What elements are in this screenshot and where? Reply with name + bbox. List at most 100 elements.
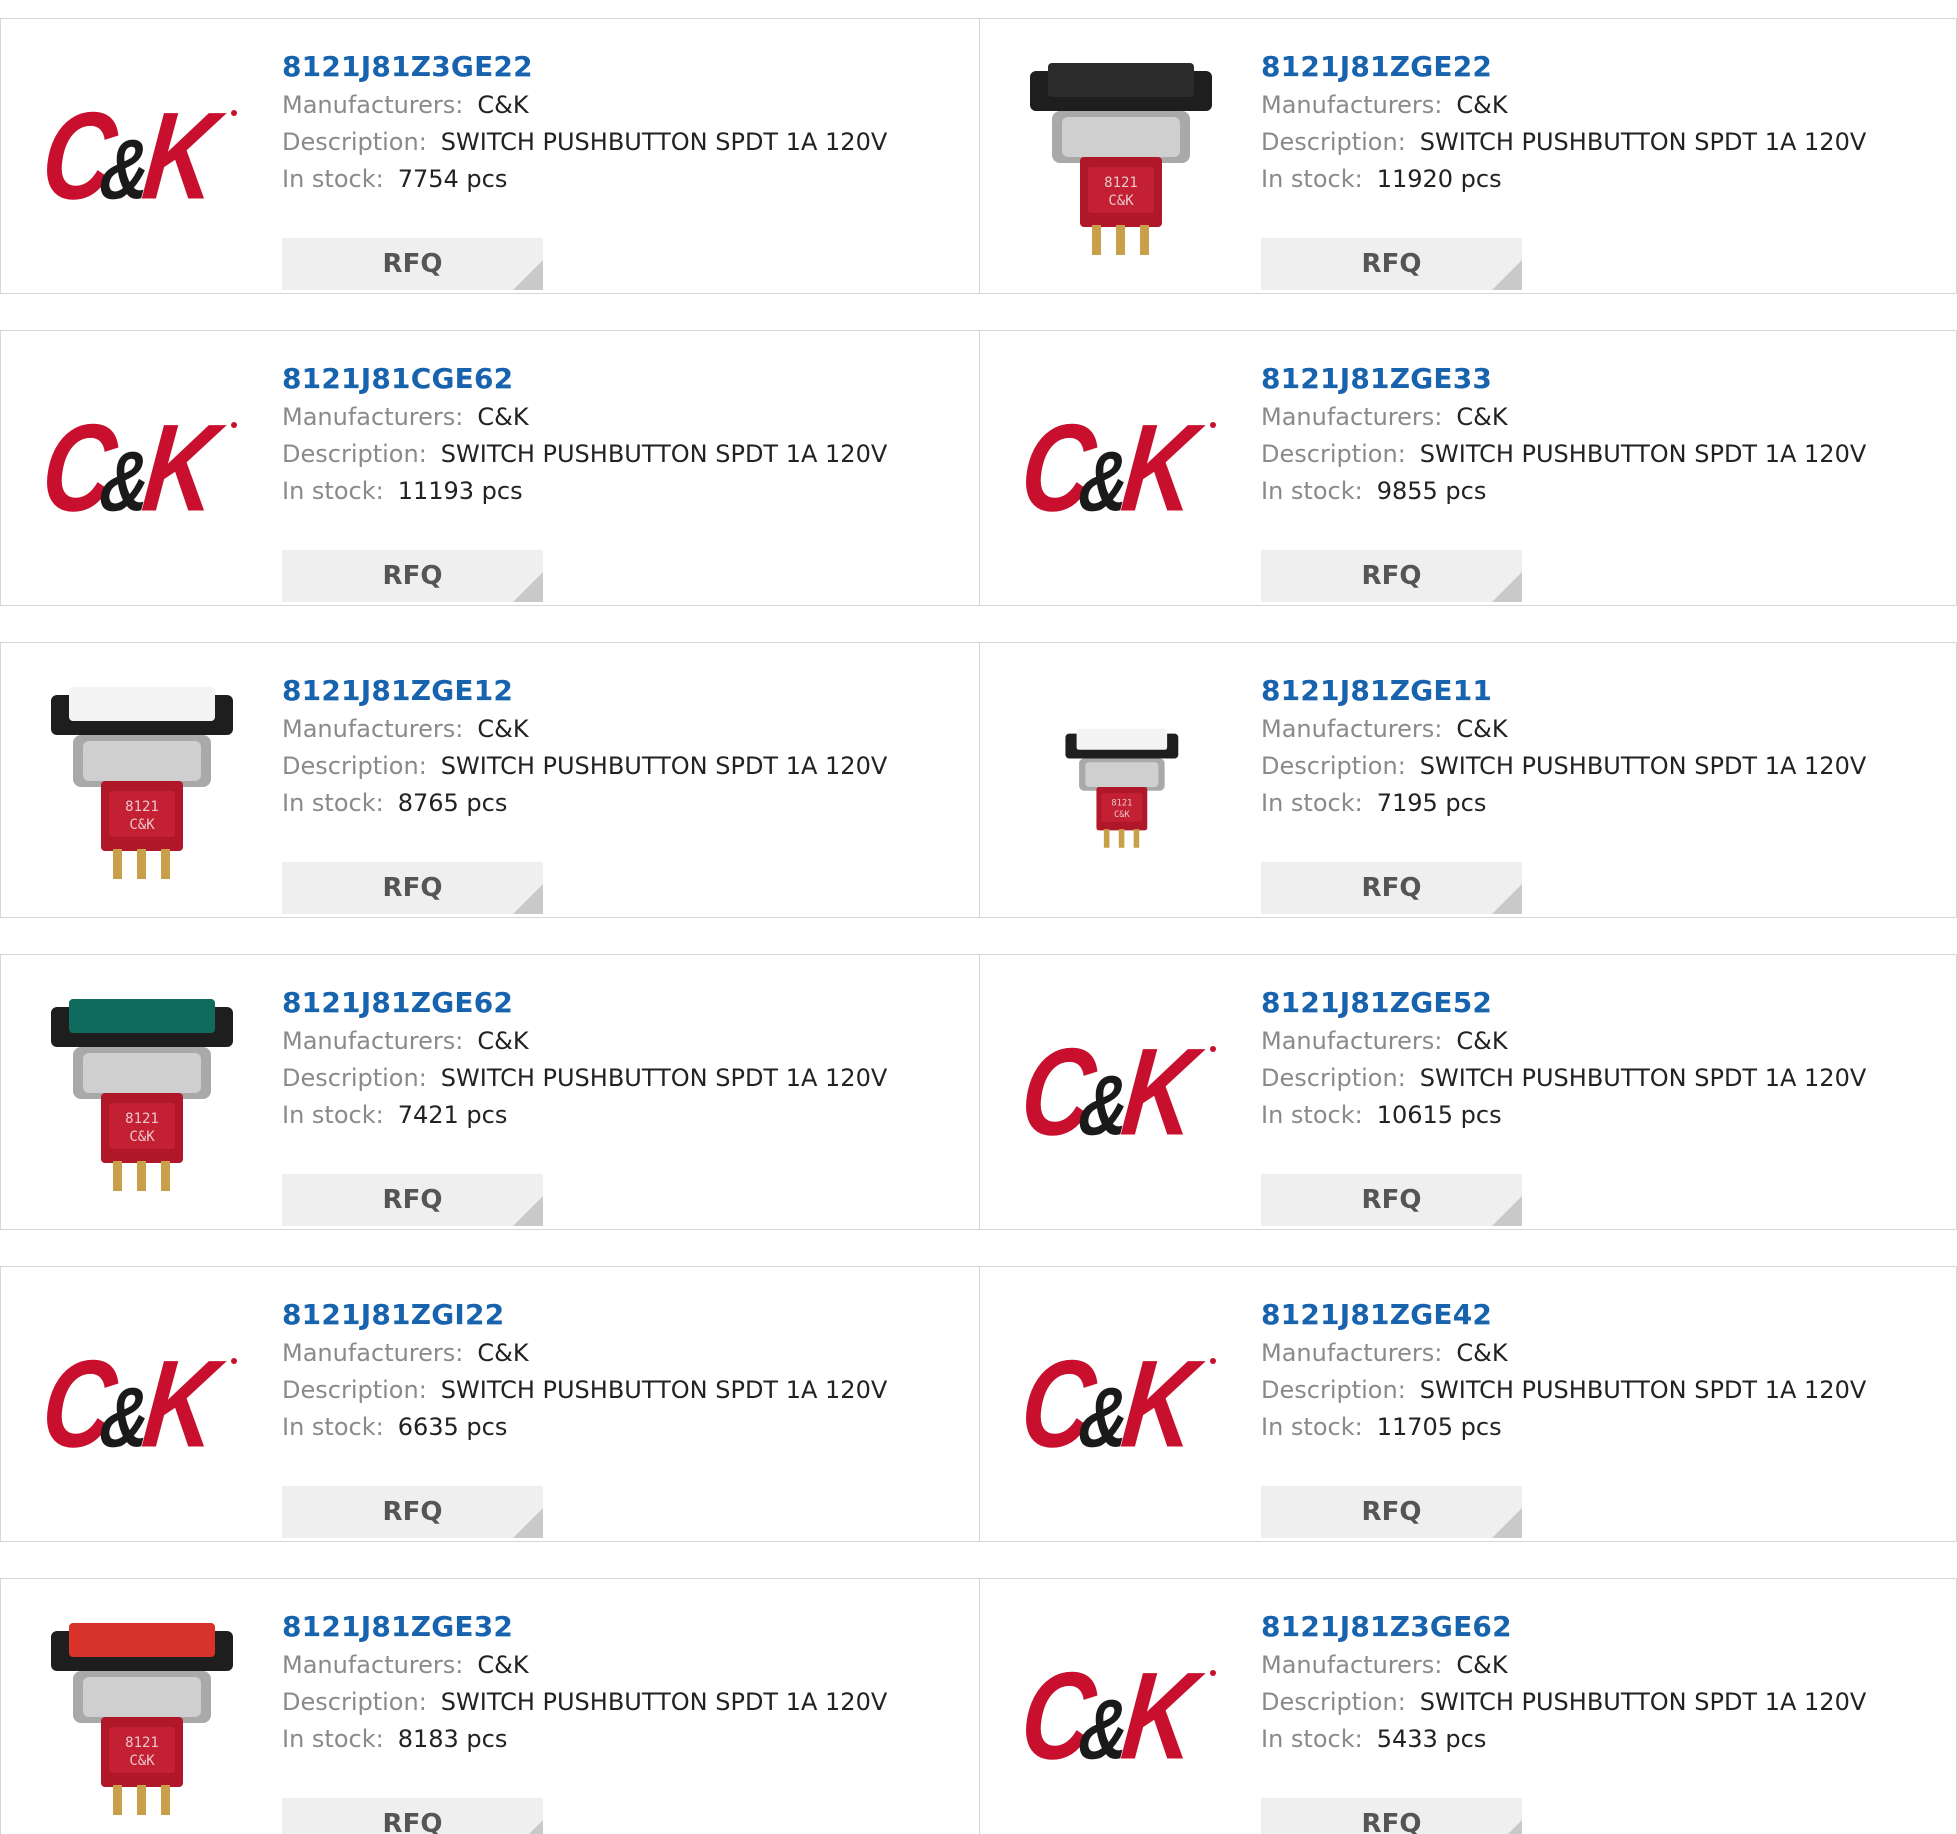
manufacturer-value: C&K [477,403,529,431]
part-number-link[interactable]: 8121J81ZGI22 [282,1295,959,1335]
description-label: Description: [282,752,427,780]
product-info: 8121J81ZGE32 Manufacturers: C&K Description… [282,1607,959,1758]
part-number-link[interactable]: 8121J81ZGE42 [1261,1295,1936,1335]
corner-triangle-icon [1492,260,1522,290]
description-label: Description: [1261,752,1406,780]
manufacturer-line: Manufacturers: C&K [1261,1023,1936,1060]
rfq-button[interactable]: RFQ [1261,1798,1522,1834]
product-photo[interactable]: 8121 C&K [39,681,245,887]
manufacturer-label: Manufacturers: [282,1339,464,1367]
manufacturer-value: C&K [1456,1339,1508,1367]
manufacturer-line: Manufacturers: C&K [1261,87,1936,124]
stock-label: In stock: [1261,1101,1363,1129]
ck-logo[interactable]: C & K [1018,1305,1224,1511]
part-number-link[interactable]: 8121J81ZGE52 [1261,983,1936,1023]
product-row: C & K 8121J81ZGI22 Manufacturers: C&K Descript… [0,1266,1957,1542]
product-info: 8121J81CGE62 Manufacturers: C&K Description… [282,359,959,510]
rfq-label: RFQ [1361,1185,1422,1215]
product-row: 8121 C&K 8121J81ZGE32 Manufacturers: C&K Desc… [0,1578,1957,1834]
product-card: C & K 8121J81ZGE42 Manufacturers: C&K Descript… [979,1266,1957,1542]
product-row: C & K 8121J81Z3GE22 Manufacturers: C&K Descrip… [0,18,1957,294]
svg-text:K: K [137,86,230,225]
rfq-button[interactable]: RFQ [282,862,543,914]
rfq-button[interactable]: RFQ [282,238,543,290]
ck-logo[interactable]: C & K [39,57,245,263]
rfq-label: RFQ [1361,561,1422,591]
product-photo[interactable]: 8121 C&K [1018,57,1224,263]
part-number-link[interactable]: 8121J81ZGE11 [1261,671,1936,711]
product-info: 8121J81ZGE12 Manufacturers: C&K Description… [282,671,959,822]
part-number-link[interactable]: 8121J81ZGE22 [1261,47,1936,87]
description-line: Description: SWITCH PUSHBUTTON SPDT 1A 12… [282,1684,959,1721]
rfq-label: RFQ [1361,873,1422,903]
rfq-button[interactable]: RFQ [1261,550,1522,602]
corner-triangle-icon [1492,572,1522,602]
product-info: 8121J81ZGI22 Manufacturers: C&K Description… [282,1295,959,1446]
stock-line: In stock: 8765 pcs [282,785,959,822]
rfq-label: RFQ [382,561,443,591]
part-number-link[interactable]: 8121J81ZGE32 [282,1607,959,1647]
product-info: 8121J81ZGE52 Manufacturers: C&K Description… [1261,983,1936,1134]
part-number-link[interactable]: 8121J81ZGE12 [282,671,959,711]
rfq-button[interactable]: RFQ [1261,1486,1522,1538]
rfq-label: RFQ [1361,249,1422,279]
stock-label: In stock: [282,1725,384,1753]
manufacturer-value: C&K [477,1339,529,1367]
product-row: 8121 C&K 8121J81ZGE12 Manufacturers: C&K Desc… [0,642,1957,918]
rfq-label: RFQ [1361,1809,1422,1834]
corner-triangle-icon [1492,1196,1522,1226]
product-photo[interactable]: 8121 C&K [39,993,245,1199]
product-photo[interactable]: 8121 C&K [1018,681,1224,887]
product-card: 8121 C&K 8121J81ZGE62 Manufacturers: C&K Desc… [0,954,980,1230]
ck-logo[interactable]: C & K [39,1305,245,1511]
product-card: C & K 8121J81CGE62 Manufacturers: C&K Descript… [0,330,980,606]
description-line: Description: SWITCH PUSHBUTTON SPDT 1A 12… [282,124,959,161]
svg-text:C&K: C&K [129,1129,155,1145]
stock-label: In stock: [282,1101,384,1129]
description-value: SWITCH PUSHBUTTON SPDT 1A 120V [440,128,888,156]
rfq-button[interactable]: RFQ [282,550,543,602]
ck-logo[interactable]: C & K [1018,1617,1224,1823]
rfq-button[interactable]: RFQ [1261,238,1522,290]
svg-text:K: K [1116,1646,1209,1785]
stock-label: In stock: [282,789,384,817]
description-value: SWITCH PUSHBUTTON SPDT 1A 120V [440,440,888,468]
rfq-button[interactable]: RFQ [1261,862,1522,914]
part-number-link[interactable]: 8121J81CGE62 [282,359,959,399]
svg-text:C&K: C&K [129,1753,155,1769]
corner-triangle-icon [1492,1820,1522,1834]
svg-text:8121: 8121 [125,1111,159,1127]
rfq-button[interactable]: RFQ [282,1798,543,1834]
part-number-link[interactable]: 8121J81ZGE62 [282,983,959,1023]
rfq-label: RFQ [382,1185,443,1215]
stock-label: In stock: [282,477,384,505]
manufacturer-label: Manufacturers: [282,1651,464,1679]
manufacturer-value: C&K [1456,91,1508,119]
stock-label: In stock: [1261,789,1363,817]
manufacturer-label: Manufacturers: [282,91,464,119]
product-grid: C & K 8121J81Z3GE22 Manufacturers: C&K Descrip… [0,0,1957,1834]
description-label: Description: [282,1376,427,1404]
product-card: C & K 8121J81ZGE52 Manufacturers: C&K Descript… [979,954,1957,1230]
corner-triangle-icon [513,572,543,602]
description-line: Description: SWITCH PUSHBUTTON SPDT 1A 12… [1261,1684,1936,1721]
rfq-button[interactable]: RFQ [282,1486,543,1538]
rfq-button[interactable]: RFQ [282,1174,543,1226]
svg-text:8121: 8121 [125,799,159,815]
stock-value: 7195 pcs [1376,789,1487,817]
description-value: SWITCH PUSHBUTTON SPDT 1A 120V [1419,128,1867,156]
product-info: 8121J81Z3GE62 Manufacturers: C&K Descriptio… [1261,1607,1936,1758]
product-photo[interactable]: 8121 C&K [39,1617,245,1823]
manufacturer-label: Manufacturers: [1261,403,1443,431]
manufacturer-label: Manufacturers: [1261,91,1443,119]
stock-label: In stock: [282,1413,384,1441]
rfq-button[interactable]: RFQ [1261,1174,1522,1226]
ck-logo[interactable]: C & K [1018,369,1224,575]
part-number-link[interactable]: 8121J81Z3GE22 [282,47,959,87]
part-number-link[interactable]: 8121J81ZGE33 [1261,359,1936,399]
svg-text:K: K [1116,1022,1209,1161]
ck-logo[interactable]: C & K [1018,993,1224,1199]
description-line: Description: SWITCH PUSHBUTTON SPDT 1A 12… [1261,1372,1936,1409]
ck-logo[interactable]: C & K [39,369,245,575]
part-number-link[interactable]: 8121J81Z3GE62 [1261,1607,1936,1647]
